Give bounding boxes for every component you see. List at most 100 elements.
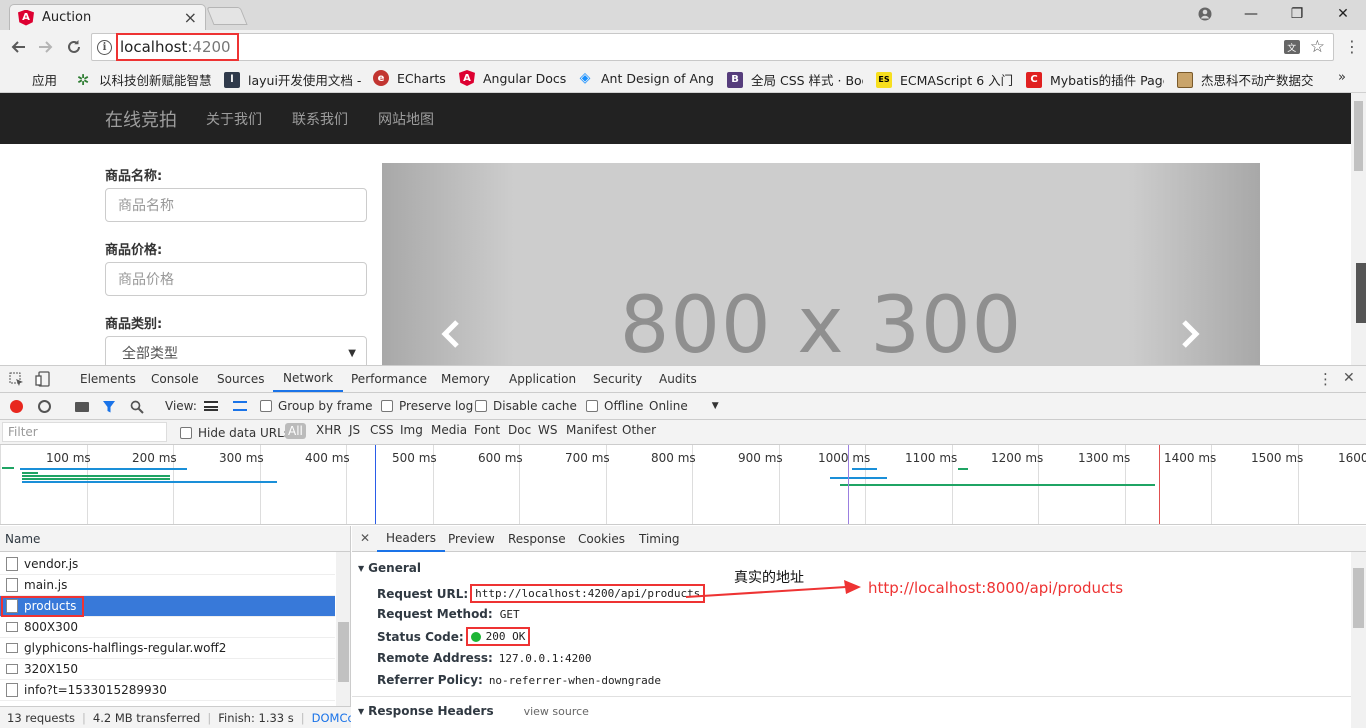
filter-type-img[interactable]: Img: [400, 423, 423, 437]
response-headers-section-header[interactable]: ▼ Response Headers view source: [358, 704, 589, 718]
forward-button[interactable]: [34, 36, 58, 58]
back-button[interactable]: [6, 36, 30, 58]
requests-scrollbar[interactable]: [336, 552, 350, 706]
throttling-select[interactable]: Online ▼: [649, 393, 719, 419]
bookmark-8[interactable]: C Mybatis的插件 Page: [1026, 70, 1164, 89]
product-category-select[interactable]: 全部类型 ▼: [105, 336, 367, 365]
devtools-tab-memory[interactable]: Memory: [441, 366, 490, 392]
details-tab-headers[interactable]: Headers: [377, 526, 445, 552]
request-row-info[interactable]: info?t=1533015289930: [0, 680, 335, 701]
details-tab-response[interactable]: Response: [508, 526, 566, 552]
group-by-frame-option[interactable]: Group by frame: [260, 393, 372, 419]
request-row-products[interactable]: products: [0, 596, 335, 617]
request-row-320x150[interactable]: 320X150: [0, 659, 335, 680]
filter-type-font[interactable]: Font: [474, 423, 500, 437]
devtools-tab-console[interactable]: Console: [151, 366, 199, 392]
details-scrollbar[interactable]: [1351, 552, 1366, 728]
filter-funnel-icon[interactable]: [102, 400, 116, 414]
bookmark-6[interactable]: B 全局 CSS 样式 · Boo: [727, 70, 863, 89]
translate-icon[interactable]: 文: [1283, 40, 1300, 54]
tab-auction[interactable]: A Auction ×: [9, 4, 206, 30]
page-scrollbar[interactable]: [1351, 93, 1366, 365]
timeline-overview[interactable]: 100 ms 200 ms 300 ms 400 ms 500 ms 600 m…: [0, 445, 1366, 525]
preserve-log-checkbox[interactable]: [381, 400, 393, 412]
devtools-tab-security[interactable]: Security: [593, 366, 642, 392]
profile-icon[interactable]: [1182, 0, 1228, 28]
large-rows-icon[interactable]: [204, 401, 218, 411]
devtools-menu-icon[interactable]: ⋮: [1318, 370, 1333, 388]
filter-type-other[interactable]: Other: [622, 423, 656, 437]
details-tab-preview[interactable]: Preview: [448, 526, 495, 552]
filter-type-ws[interactable]: WS: [538, 423, 557, 437]
bookmark-star-icon[interactable]: ☆: [1310, 37, 1325, 57]
hide-data-urls-option[interactable]: Hide data URLs: [180, 420, 290, 445]
devtools-tab-performance[interactable]: Performance: [351, 366, 427, 392]
preserve-log-option[interactable]: Preserve log: [381, 393, 473, 419]
hide-data-urls-checkbox[interactable]: [180, 426, 192, 439]
request-url-value[interactable]: http://localhost:4200/api/products: [470, 584, 706, 603]
request-row-800x300[interactable]: 800X300: [0, 617, 335, 638]
details-close-icon[interactable]: ✕: [360, 531, 370, 545]
screenshot-camera-icon[interactable]: [75, 402, 89, 412]
offline-option[interactable]: Offline: [586, 393, 643, 419]
nav-link-about[interactable]: 关于我们: [206, 93, 262, 144]
devtools-tab-sources[interactable]: Sources: [217, 366, 264, 392]
record-icon[interactable]: [10, 400, 23, 413]
name-column-header[interactable]: Name: [0, 526, 350, 552]
reload-button[interactable]: [62, 36, 86, 58]
details-scrollbar-thumb[interactable]: [1353, 568, 1364, 628]
filter-input[interactable]: Filter: [2, 422, 167, 442]
minimize-button[interactable]: —: [1228, 0, 1274, 28]
page-scrollbar-thumb[interactable]: [1354, 101, 1363, 171]
group-by-frame-checkbox[interactable]: [260, 400, 272, 412]
details-tab-cookies[interactable]: Cookies: [578, 526, 625, 552]
request-row-vendor[interactable]: vendor.js: [0, 554, 335, 575]
menu-icon[interactable]: ⋮: [1344, 39, 1360, 55]
filter-type-all[interactable]: All: [285, 423, 306, 439]
search-icon[interactable]: [130, 400, 144, 414]
disable-cache-option[interactable]: Disable cache: [475, 393, 577, 419]
close-window-button[interactable]: ✕: [1320, 0, 1366, 28]
requests-scrollbar-thumb[interactable]: [338, 622, 349, 682]
request-row-main[interactable]: main.js: [0, 575, 335, 596]
info-icon[interactable]: i: [97, 39, 112, 55]
devtools-tab-elements[interactable]: Elements: [80, 366, 136, 392]
view-source-link[interactable]: view source: [524, 705, 589, 718]
maximize-button[interactable]: ❐: [1274, 0, 1320, 28]
filter-type-xhr[interactable]: XHR: [316, 423, 342, 437]
bookmark-9[interactable]: 杰思科不动产数据交: [1177, 70, 1315, 89]
new-tab-button[interactable]: [206, 7, 248, 25]
bookmark-apps[interactable]: 应用: [10, 70, 70, 89]
offline-checkbox[interactable]: [586, 400, 598, 412]
details-tab-timing[interactable]: Timing: [639, 526, 680, 552]
bookmark-5[interactable]: ◈ Ant Design of Angu: [577, 70, 713, 86]
inspect-element-icon[interactable]: [9, 372, 24, 387]
filter-type-doc[interactable]: Doc: [508, 423, 531, 437]
request-row-glyphicons[interactable]: glyphicons-halflings-regular.woff2: [0, 638, 335, 659]
carousel-next-icon[interactable]: [1179, 319, 1201, 349]
bookmark-4[interactable]: A Angular Docs: [459, 70, 569, 86]
nav-link-sitemap[interactable]: 网站地图: [378, 93, 434, 144]
devtools-tab-audits[interactable]: Audits: [659, 366, 697, 392]
navbar-brand[interactable]: 在线竞拍: [105, 93, 177, 144]
devtools-tab-application[interactable]: Application: [509, 366, 576, 392]
devtools-close-icon[interactable]: ✕: [1343, 370, 1355, 386]
bookmark-2[interactable]: l layui开发使用文档 -: [224, 70, 364, 89]
product-name-input[interactable]: 商品名称: [105, 188, 367, 222]
filter-type-media[interactable]: Media: [431, 423, 467, 437]
filter-type-css[interactable]: CSS: [370, 423, 394, 437]
general-section-header[interactable]: ▼ General: [358, 561, 421, 575]
address-bar[interactable]: i localhost:4200 文 ☆: [91, 33, 1334, 61]
clear-icon[interactable]: [38, 400, 51, 413]
filter-type-js[interactable]: JS: [349, 423, 360, 437]
filter-type-manifest[interactable]: Manifest: [566, 423, 617, 437]
bookmark-1[interactable]: ✲ 以科技创新赋能智慧: [75, 70, 213, 89]
bookmark-7[interactable]: ES ECMAScript 6 入门: [876, 70, 1014, 89]
url-highlight-box[interactable]: localhost:4200: [116, 33, 239, 61]
tab-close-icon[interactable]: ×: [184, 8, 197, 27]
bookmarks-overflow-icon[interactable]: »: [1338, 70, 1346, 85]
device-toolbar-icon[interactable]: [35, 371, 50, 387]
carousel-prev-icon[interactable]: [440, 319, 462, 349]
devtools-tab-network[interactable]: Network: [273, 366, 344, 392]
nav-link-contact[interactable]: 联系我们: [292, 93, 348, 144]
